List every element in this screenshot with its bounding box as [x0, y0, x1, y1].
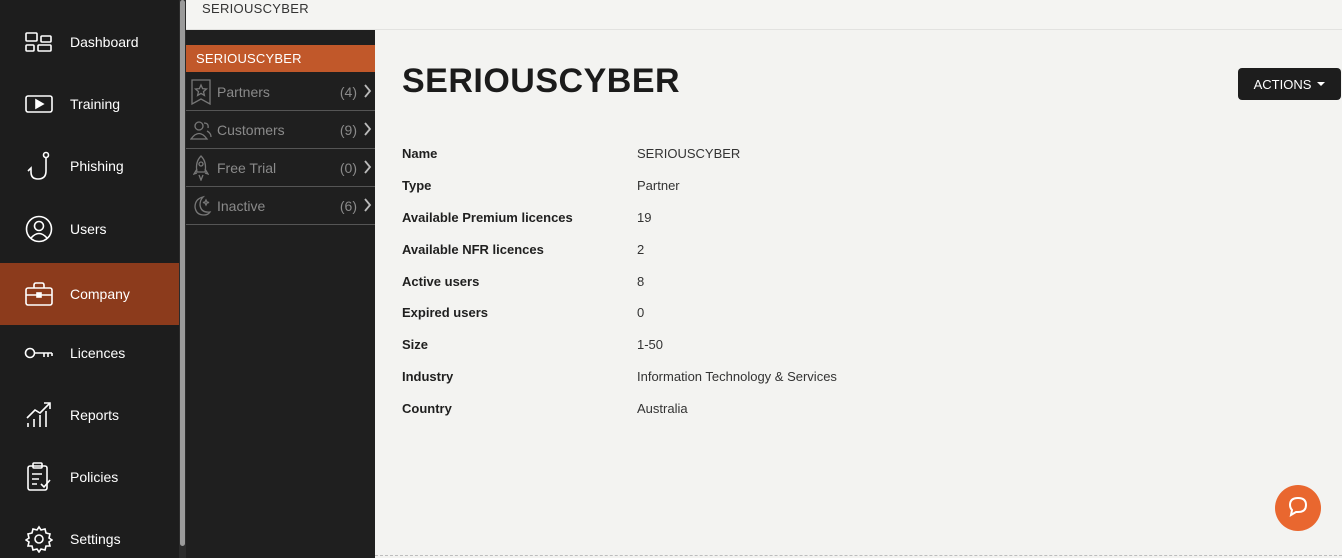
- page-title: SERIOUSCYBER: [402, 62, 681, 100]
- actions-label: ACTIONS: [1253, 76, 1312, 92]
- nav-label-users: Users: [70, 221, 107, 237]
- detail-row: Country Australia: [402, 394, 1102, 426]
- subnav-item-free-trial[interactable]: Free Trial (0): [186, 149, 375, 187]
- subnav-item-inactive[interactable]: Inactive (6): [186, 187, 375, 225]
- detail-key: Name: [402, 146, 438, 161]
- user-icon: [24, 214, 54, 244]
- nav-item-dashboard[interactable]: Dashboard: [0, 11, 179, 73]
- detail-row: Active users 8: [402, 267, 1102, 299]
- dashboard-icon: [24, 27, 54, 57]
- key-icon: [24, 338, 54, 368]
- actions-button[interactable]: ACTIONS: [1238, 68, 1341, 100]
- detail-value: 19: [637, 209, 652, 225]
- caret-down-icon: [1317, 82, 1326, 86]
- subnav-label-partners: Partners: [217, 83, 270, 100]
- chevron-right-icon: [363, 122, 372, 139]
- users-icon: [190, 117, 212, 143]
- detail-value: 1-50: [637, 337, 664, 353]
- chevron-right-icon: [363, 160, 372, 177]
- detail-row: Size 1-50: [402, 330, 1102, 362]
- subnav-count-free-trial: (0): [339, 159, 357, 176]
- detail-key: Type: [402, 177, 432, 193]
- help-chat-button[interactable]: [1275, 485, 1321, 531]
- detail-value: SERIOUSCYBER: [637, 146, 741, 161]
- detail-value: Information Technology & Services: [637, 369, 837, 385]
- detail-value: Australia: [637, 401, 688, 417]
- nav-label-reports: Reports: [70, 407, 120, 423]
- detail-row: Available NFR licences 2: [402, 235, 1102, 267]
- detail-key: Active users: [402, 273, 480, 289]
- star-badge-icon: [190, 78, 212, 105]
- detail-key: Size: [402, 337, 429, 353]
- briefcase-icon: [24, 279, 54, 309]
- subnav-label-free-trial: Free Trial: [217, 159, 277, 176]
- play-icon: [24, 89, 54, 119]
- moon-icon: [190, 193, 212, 219]
- nav-label-phishing: Phishing: [70, 158, 124, 174]
- clipboard-icon: [24, 462, 54, 492]
- subnav-item-partners[interactable]: Partners (4): [186, 73, 375, 111]
- subnav-label-customers: Customers: [217, 121, 285, 138]
- nav-item-reports[interactable]: Reports: [0, 384, 179, 446]
- detail-key: Available NFR licences: [402, 241, 544, 257]
- nav-item-policies[interactable]: Policies: [0, 446, 179, 508]
- chart-icon: [24, 400, 54, 430]
- detail-key: Country: [402, 401, 452, 417]
- detail-row: Available Premium licences 19: [402, 203, 1102, 235]
- details-list: Name SERIOUSCYBER Type Partner Available P…: [402, 139, 1102, 426]
- subnav-header[interactable]: SERIOUSCYBER: [186, 45, 375, 72]
- detail-key: Available Premium licences: [402, 209, 573, 225]
- detail-key: Expired users: [402, 305, 488, 321]
- fishhook-icon: [24, 151, 54, 181]
- chevron-right-icon: [363, 198, 372, 215]
- detail-row: Name SERIOUSCYBER: [402, 139, 1102, 171]
- detail-value: 8: [637, 273, 645, 289]
- main-sidebar: Dashboard Training Phishing Users Compan…: [0, 0, 179, 558]
- sidebar-scrollbar[interactable]: [179, 0, 186, 558]
- detail-value: 2: [637, 241, 645, 257]
- chat-bubble-icon: [1287, 495, 1309, 522]
- detail-value: 0: [637, 305, 645, 321]
- detail-row: Expired users 0: [402, 298, 1102, 330]
- detail-row: Type Partner: [402, 171, 1102, 203]
- nav-label-company: Company: [70, 286, 130, 302]
- nav-label-licences: Licences: [70, 345, 126, 361]
- subnav-count-inactive: (6): [339, 197, 357, 214]
- detail-value: Partner: [637, 177, 680, 193]
- company-subnav: SERIOUSCYBER Partners (4) Customers (9) …: [186, 30, 375, 558]
- chevron-right-icon: [363, 84, 372, 101]
- company-detail: SERIOUSCYBER ACTIONS Name SERIOUSCYBER Ty…: [375, 30, 1342, 558]
- nav-item-licences[interactable]: Licences: [0, 322, 179, 384]
- nav-item-users[interactable]: Users: [0, 198, 179, 260]
- nav-item-company[interactable]: Company: [0, 263, 179, 325]
- subnav-count-customers: (9): [339, 121, 357, 138]
- detail-key: Industry: [402, 369, 454, 385]
- rocket-icon: [190, 154, 212, 181]
- nav-item-settings[interactable]: Settings: [0, 508, 179, 558]
- subnav-count-partners: (4): [339, 83, 357, 100]
- breadcrumb-bar: SERIOUSCYBER: [186, 0, 1342, 30]
- nav-item-training[interactable]: Training: [0, 73, 179, 135]
- nav-label-training: Training: [70, 96, 121, 112]
- nav-label-settings: Settings: [70, 531, 121, 547]
- nav-label-policies: Policies: [70, 469, 119, 485]
- subnav-item-customers[interactable]: Customers (9): [186, 111, 375, 149]
- breadcrumb[interactable]: SERIOUSCYBER: [202, 1, 309, 16]
- bottom-divider: [375, 555, 1342, 556]
- nav-label-dashboard: Dashboard: [70, 34, 139, 50]
- detail-row: Industry Information Technology & Service…: [402, 362, 1102, 394]
- nav-item-phishing[interactable]: Phishing: [0, 135, 179, 197]
- scrollbar-thumb[interactable]: [180, 0, 185, 546]
- gear-icon: [24, 524, 54, 554]
- subnav-label-inactive: Inactive: [217, 197, 266, 214]
